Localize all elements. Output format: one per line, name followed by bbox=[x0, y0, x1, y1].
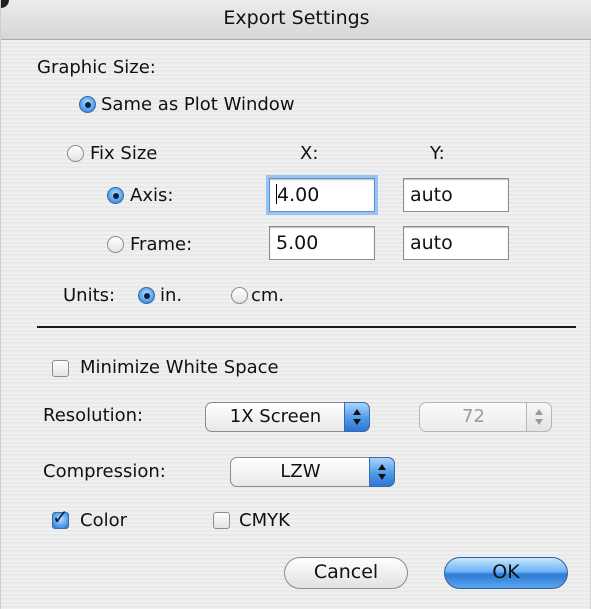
graphic-size-label: Graphic Size: bbox=[37, 57, 156, 78]
axis-x-value: 4.00 bbox=[277, 184, 320, 206]
same-as-plot-radio[interactable] bbox=[79, 96, 96, 113]
column-x-label: X: bbox=[300, 143, 319, 164]
units-in-label[interactable]: in. bbox=[160, 285, 182, 306]
minimize-white-space-label[interactable]: Minimize White Space bbox=[80, 357, 279, 378]
dpi-value: 72 bbox=[462, 406, 485, 427]
down-arrow-icon bbox=[535, 419, 543, 425]
radio-dot bbox=[144, 293, 150, 299]
compression-value: LZW bbox=[280, 461, 321, 482]
cmyk-label[interactable]: CMYK bbox=[239, 510, 290, 531]
color-checkbox[interactable]: ✓ bbox=[52, 507, 69, 529]
up-arrow-icon bbox=[535, 409, 543, 415]
frame-y-value: auto bbox=[410, 232, 453, 254]
down-arrow-icon bbox=[353, 419, 361, 425]
compression-popup-arrows bbox=[369, 457, 395, 487]
export-settings-window: Export Settings Graphic Size: Same as Pl… bbox=[0, 0, 591, 609]
axis-y-field[interactable]: auto bbox=[403, 178, 509, 212]
units-label: Units: bbox=[63, 285, 116, 306]
axis-x-field[interactable]: 4.00 bbox=[269, 178, 375, 212]
resolution-popup[interactable]: 1X Screen bbox=[205, 402, 370, 432]
resolution-value: 1X Screen bbox=[229, 406, 322, 427]
fix-size-label[interactable]: Fix Size bbox=[90, 143, 157, 164]
cmyk-checkbox[interactable] bbox=[213, 512, 230, 529]
fix-size-radio[interactable] bbox=[67, 145, 84, 162]
units-in-radio[interactable] bbox=[138, 287, 155, 304]
units-cm-radio[interactable] bbox=[231, 287, 248, 304]
color-label[interactable]: Color bbox=[80, 510, 127, 531]
frame-radio[interactable] bbox=[107, 236, 124, 253]
frame-label[interactable]: Frame: bbox=[130, 234, 192, 255]
compression-label: Compression: bbox=[43, 461, 166, 482]
down-arrow-icon bbox=[378, 474, 386, 480]
frame-x-value: 5.00 bbox=[276, 232, 319, 254]
ok-button[interactable]: OK bbox=[444, 557, 568, 589]
axis-label[interactable]: Axis: bbox=[130, 185, 173, 206]
radio-dot bbox=[113, 193, 119, 199]
column-y-label: Y: bbox=[430, 143, 445, 164]
compression-popup[interactable]: LZW bbox=[230, 457, 395, 487]
radio-dot bbox=[85, 102, 91, 108]
frame-x-field[interactable]: 5.00 bbox=[269, 226, 375, 260]
same-as-plot-label[interactable]: Same as Plot Window bbox=[101, 94, 295, 115]
section-divider bbox=[37, 326, 576, 328]
minimize-white-space-checkbox[interactable] bbox=[52, 360, 69, 377]
units-cm-label[interactable]: cm. bbox=[251, 285, 284, 306]
resolution-label: Resolution: bbox=[43, 405, 144, 426]
dpi-stepper[interactable]: 72 bbox=[419, 402, 552, 432]
frame-y-field[interactable]: auto bbox=[403, 226, 509, 260]
up-arrow-icon bbox=[378, 464, 386, 470]
axis-radio[interactable] bbox=[107, 187, 124, 204]
checkmark-icon: ✓ bbox=[52, 505, 69, 529]
cancel-button[interactable]: Cancel bbox=[284, 557, 408, 589]
axis-y-value: auto bbox=[410, 184, 453, 206]
resolution-popup-arrows bbox=[344, 402, 370, 432]
dpi-stepper-arrows[interactable] bbox=[526, 402, 552, 432]
window-title: Export Settings bbox=[223, 7, 370, 29]
up-arrow-icon bbox=[353, 409, 361, 415]
title-bar[interactable]: Export Settings bbox=[1, 0, 591, 40]
